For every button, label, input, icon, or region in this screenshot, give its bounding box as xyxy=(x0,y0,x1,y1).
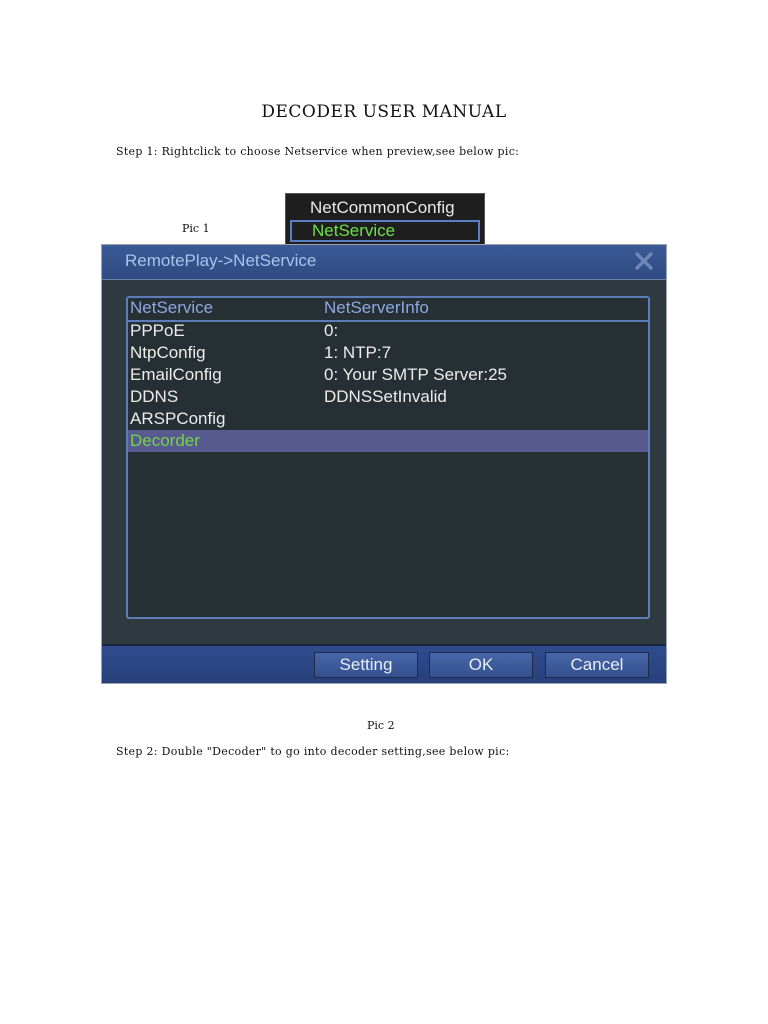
ok-button[interactable]: OK xyxy=(429,652,533,678)
list-row-pppoe[interactable]: PPPoE 0: xyxy=(128,320,648,342)
netservice-list: NetService NetServerInfo PPPoE 0: NtpCon… xyxy=(126,296,650,619)
pic-2-caption: Pic 2 xyxy=(367,719,395,732)
list-row-decorder[interactable]: Decorder xyxy=(128,430,648,452)
netservice-dialog: RemotePlay->NetService NetService NetSer… xyxy=(101,244,667,684)
dialog-title: RemotePlay->NetService xyxy=(125,251,317,270)
dialog-footer: Setting OK Cancel xyxy=(102,644,666,683)
cancel-button[interactable]: Cancel xyxy=(545,652,649,678)
list-row-ntpconfig[interactable]: NtpConfig 1: NTP:7 xyxy=(128,342,648,364)
dialog-titlebar: RemotePlay->NetService xyxy=(102,245,666,280)
context-menu: NetCommonConfig NetService xyxy=(285,193,485,245)
close-icon[interactable] xyxy=(632,249,656,273)
row-info: 0: xyxy=(324,321,339,340)
list-row-arspconfig[interactable]: ARSPConfig xyxy=(128,408,648,430)
list-header: NetService NetServerInfo xyxy=(128,298,648,322)
row-service: NtpConfig xyxy=(130,343,206,362)
document-title: DECODER USER MANUAL xyxy=(261,102,507,122)
list-row-ddns[interactable]: DDNS DDNSSetInvalid xyxy=(128,386,648,408)
row-service: DDNS xyxy=(130,387,179,406)
row-info: 0: Your SMTP Server:25 xyxy=(324,365,508,384)
pic-1-caption: Pic 1 xyxy=(182,222,210,235)
column-header-netserverinfo: NetServerInfo xyxy=(324,298,429,317)
step-2-text: Step 2: Double "Decoder" to go into deco… xyxy=(116,745,510,758)
row-service: ARSPConfig xyxy=(130,409,226,428)
list-row-emailconfig[interactable]: EmailConfig 0: Your SMTP Server:25 xyxy=(128,364,648,386)
row-info: DDNSSetInvalid xyxy=(324,387,447,406)
step-1-text: Step 1: Rightclick to choose Netservice … xyxy=(116,145,520,158)
menu-item-netcommonconfig[interactable]: NetCommonConfig xyxy=(290,197,480,219)
row-service: PPPoE xyxy=(130,321,185,340)
column-header-netservice: NetService xyxy=(130,298,214,317)
row-info: 1: NTP:7 xyxy=(324,343,392,362)
setting-button[interactable]: Setting xyxy=(314,652,418,678)
row-service: EmailConfig xyxy=(130,365,222,384)
row-service: Decorder xyxy=(130,431,200,450)
menu-item-netservice[interactable]: NetService xyxy=(290,220,480,242)
